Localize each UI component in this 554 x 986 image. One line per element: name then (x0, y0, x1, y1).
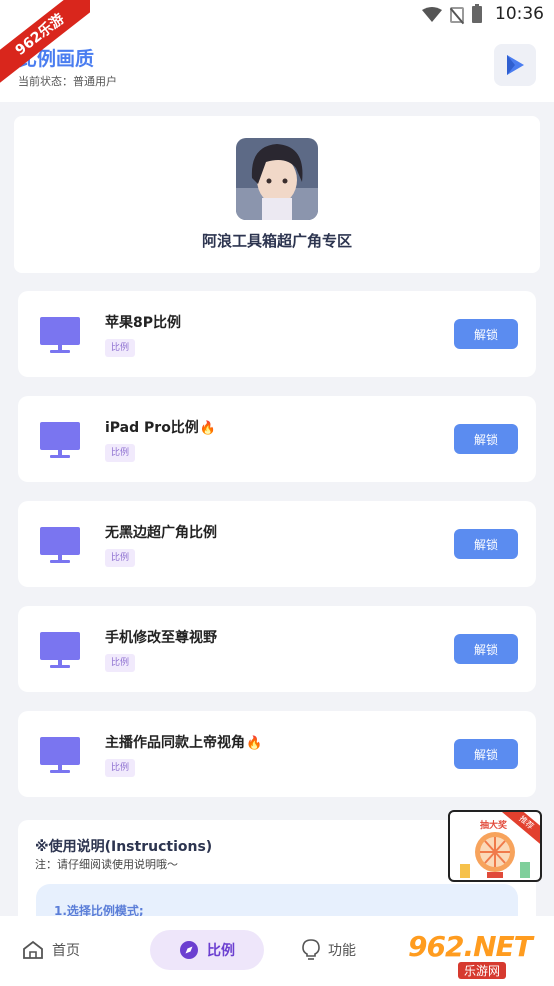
avatar (236, 138, 318, 220)
prize-wheel-icon (460, 832, 530, 878)
ratio-item[interactable]: 苹果8P比例 比例 解锁 (18, 291, 536, 377)
item-tag: 比例 (105, 549, 136, 567)
item-tag: 比例 (105, 654, 136, 672)
monitor-icon (40, 632, 80, 668)
nav-function-label: 功能 (328, 943, 356, 959)
nav-home-label: 首页 (52, 943, 80, 959)
profile-card: 阿浪工具箱超广角专区 (14, 116, 540, 273)
unlock-button[interactable]: 解锁 (454, 634, 518, 664)
item-name: iPad Pro比例🔥 (105, 420, 216, 436)
compass-icon (180, 941, 198, 959)
ratio-item[interactable]: iPad Pro比例🔥 比例 解锁 (18, 396, 536, 482)
lottery-promo[interactable]: 推荐 抽大奖 (448, 810, 542, 882)
status-icons (422, 4, 482, 23)
profile-name: 阿浪工具箱超广角专区 (201, 232, 352, 250)
item-tag: 比例 (105, 444, 136, 462)
unlock-button[interactable]: 解锁 (454, 319, 518, 349)
watermark-ribbon: 962乐游 (0, 0, 90, 90)
unlock-button[interactable]: 解锁 (454, 424, 518, 454)
monitor-icon (40, 737, 80, 773)
site-watermark: 962.NET 乐游网 (408, 922, 548, 982)
item-name: 主播作品同款上帝视角🔥 (105, 735, 263, 751)
battery-icon (472, 4, 482, 23)
ratio-item[interactable]: 手机修改至尊视野 比例 解锁 (18, 606, 536, 692)
item-name: 手机修改至尊视野 (105, 630, 217, 646)
play-button[interactable] (494, 44, 536, 86)
unlock-button[interactable]: 解锁 (454, 529, 518, 559)
fire-icon: 🔥 (199, 421, 216, 436)
monitor-icon (40, 422, 80, 458)
instructions-note: 注：请仔细阅读使用说明哦～ (35, 858, 178, 871)
monitor-icon (40, 317, 80, 353)
ratio-item[interactable]: 无黑边超广角比例 比例 解锁 (18, 501, 536, 587)
item-tag: 比例 (105, 759, 136, 777)
watermark-ribbon-text: 962乐游 (0, 0, 90, 89)
home-icon (23, 940, 43, 959)
ratio-item[interactable]: 主播作品同款上帝视角🔥 比例 解锁 (18, 711, 536, 797)
no-sim-icon (450, 6, 464, 23)
avatar-image (236, 138, 318, 220)
nav-function[interactable]: 功能 (302, 930, 356, 970)
item-tag: 比例 (105, 339, 136, 357)
monitor-icon (40, 527, 80, 563)
site-watermark-logo: 962.NET (408, 930, 533, 963)
play-icon (507, 55, 524, 75)
site-watermark-name: 乐游网 (458, 962, 507, 979)
item-name: 无黑边超广角比例 (105, 525, 217, 541)
item-name: 苹果8P比例 (105, 315, 182, 331)
nav-home[interactable]: 首页 (22, 930, 80, 970)
unlock-button[interactable]: 解锁 (454, 739, 518, 769)
nav-ratio-label: 比例 (207, 943, 235, 959)
status-time: 10:36 (495, 4, 544, 24)
instructions-heading: ※使用说明(Instructions) (35, 839, 213, 855)
wifi-icon (422, 6, 442, 22)
fire-icon: 🔥 (246, 736, 263, 751)
lightbulb-icon (302, 939, 320, 960)
nav-ratio[interactable]: 比例 (150, 930, 264, 970)
